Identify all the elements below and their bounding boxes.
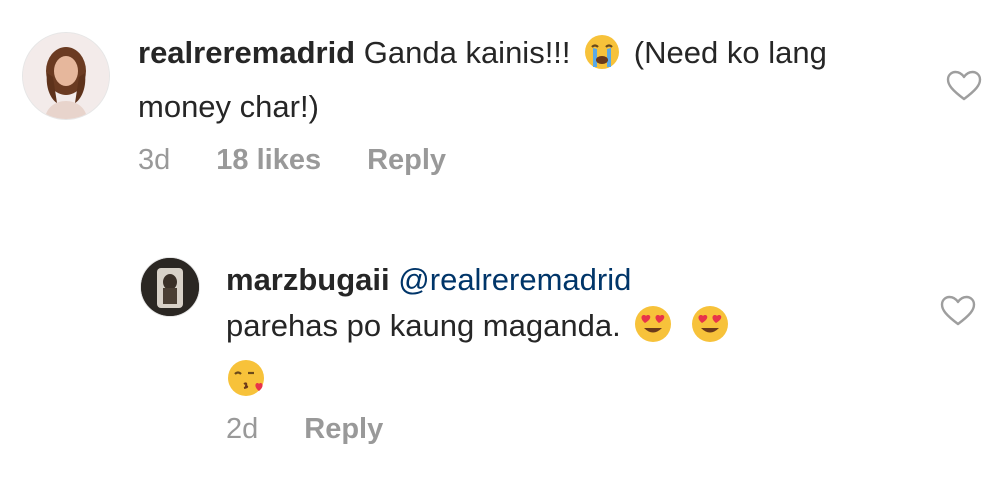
avatar[interactable] — [22, 32, 110, 120]
avatar[interactable] — [140, 257, 200, 317]
loudly-crying-face-emoji — [583, 33, 621, 84]
comment-meta: 2d Reply — [226, 413, 383, 446]
comment-username[interactable]: realreremadrid — [138, 35, 355, 70]
avatar-image — [141, 258, 199, 316]
heart-outline-icon[interactable] — [946, 70, 982, 102]
heart-eyes-emoji — [633, 304, 673, 357]
comment-timestamp: 2d — [226, 413, 259, 445]
reply-button[interactable]: Reply — [304, 413, 383, 446]
comment-text: realreremadrid Ganda kainis!!! (Need ko … — [138, 30, 858, 130]
comment-text: marzbugaii @realreremadrid parehas po ka… — [226, 257, 866, 412]
comment-username[interactable]: marzbugaii — [226, 262, 390, 297]
comment-body: parehas po kaung maganda. — [226, 308, 621, 343]
comment-body: Ganda kainis!!! — [363, 35, 571, 70]
reply-button[interactable]: Reply — [367, 144, 446, 177]
avatar-image — [23, 33, 109, 119]
comment-timestamp: 3d — [138, 144, 171, 176]
heart-outline-icon[interactable] — [940, 295, 976, 327]
comment-likes-count[interactable]: 18 likes — [216, 144, 321, 177]
heart-eyes-emoji — [690, 304, 730, 357]
comment-meta: 3d 18 likes Reply — [138, 144, 446, 177]
face-blowing-kiss-emoji — [226, 357, 268, 412]
mention-link[interactable]: @realreremadrid — [398, 262, 631, 297]
